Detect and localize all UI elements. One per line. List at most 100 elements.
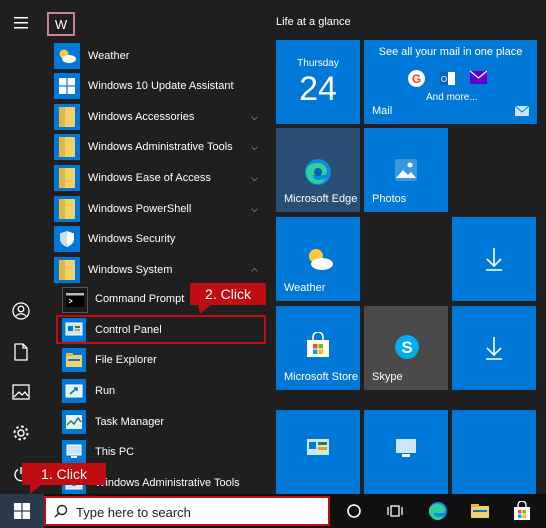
app-item-windows-ease-of-access[interactable]: Windows Ease of Access ⌵: [44, 163, 266, 193]
app-label: File Explorer: [95, 354, 157, 366]
app-label: Command Prompt: [95, 293, 185, 305]
hamburger-menu-icon[interactable]: [10, 12, 32, 34]
task-view-icon[interactable]: [383, 499, 407, 523]
mail-envelope-icon: [515, 106, 529, 116]
store-taskbar-icon[interactable]: [510, 499, 534, 523]
app-item-weather[interactable]: Weather: [44, 41, 266, 71]
app-item-file-explorer[interactable]: File Explorer: [58, 346, 266, 376]
cortana-icon[interactable]: [342, 499, 366, 523]
download-tile-2[interactable]: [452, 306, 536, 390]
this-pc-icon: [62, 440, 86, 464]
app-label: Windows System: [88, 264, 173, 276]
microsoft-store-tile[interactable]: Microsoft Store: [276, 306, 360, 390]
tile-group-title: Life at a glance: [276, 16, 351, 28]
app-item-run[interactable]: Run: [58, 377, 266, 407]
tile-label: Microsoft Store: [284, 371, 358, 383]
app-item-windows-10-update-assistant[interactable]: Windows 10 Update Assistant: [44, 71, 266, 101]
mail-more: And more...: [426, 92, 478, 103]
skype-icon: S: [395, 335, 419, 359]
control-panel-highlight: [56, 315, 266, 344]
run-icon: [62, 379, 86, 403]
windows-logo-icon: [54, 73, 80, 99]
skype-tile[interactable]: S Skype: [364, 306, 448, 390]
app-item-windows-administrative-tools[interactable]: Windows Administrative Tools ⌵: [44, 132, 266, 162]
settings-gear-icon[interactable]: [10, 422, 32, 444]
app-label: Windows PowerShell: [88, 203, 192, 215]
chevron-up-icon[interactable]: ⌵: [251, 265, 258, 276]
svg-text:G: G: [412, 72, 421, 86]
step-2-annotation: 2. Click: [190, 283, 266, 305]
app-label: Task Manager: [95, 416, 165, 428]
app-label: Windows Administrative Tools: [95, 477, 240, 489]
mail-tile-label: Mail: [372, 105, 393, 117]
app-label: Windows Administrative Tools: [88, 141, 233, 153]
svg-text:O: O: [441, 75, 447, 84]
start-button[interactable]: [0, 494, 44, 528]
weather-app-icon: [54, 43, 80, 69]
search-icon: [54, 504, 68, 518]
mail-tile[interactable]: See all your mail in one place G O And m…: [364, 40, 537, 124]
chevron-down-icon[interactable]: ⌵: [251, 173, 258, 184]
blank-tile[interactable]: [452, 410, 536, 494]
photos-tile[interactable]: Photos: [364, 128, 448, 212]
tile-label: Skype: [372, 371, 403, 383]
folder-icon: [54, 196, 80, 222]
step-1-pointer-icon: [30, 484, 42, 494]
start-menu: W Weather Windows 10 Update Assistant Wi…: [0, 0, 546, 495]
edge-taskbar-icon[interactable]: [426, 499, 450, 523]
tile-label: Microsoft Edge: [284, 193, 358, 205]
tile-label: Photos: [372, 193, 407, 205]
this-pc-tile[interactable]: [364, 410, 448, 494]
control-panel-pinned-tile[interactable]: [276, 410, 360, 494]
app-label: This PC: [95, 446, 135, 458]
google-icon: G: [408, 70, 425, 87]
mail-provider-icons: G O: [408, 70, 487, 87]
taskbar: [0, 494, 546, 528]
windows-start-icon: [14, 503, 30, 519]
app-label: Weather: [88, 50, 130, 62]
download-tile[interactable]: [452, 217, 536, 301]
chevron-down-icon[interactable]: ⌵: [251, 204, 258, 215]
shield-icon: [54, 226, 80, 252]
microsoft-edge-tile[interactable]: Microsoft Edge: [276, 128, 360, 212]
user-account-icon[interactable]: [10, 300, 32, 322]
outlook-icon: O: [440, 72, 455, 85]
step-1-annotation: 1. Click: [22, 463, 106, 485]
taskbar-search-box[interactable]: [44, 496, 330, 526]
start-left-rail: [0, 0, 44, 494]
folder-icon: [54, 165, 80, 191]
task-manager-icon: [62, 410, 86, 434]
command-prompt-icon: [62, 287, 88, 313]
chevron-down-icon[interactable]: ⌵: [251, 112, 258, 123]
folder-icon: [54, 134, 80, 160]
chevron-down-icon[interactable]: ⌵: [251, 142, 258, 153]
calendar-tile[interactable]: Thursday 24: [276, 40, 360, 124]
app-item-windows-accessories[interactable]: Windows Accessories ⌵: [44, 102, 266, 132]
mail-header: See all your mail in one place: [378, 46, 523, 58]
photos-icon: [395, 159, 417, 181]
documents-icon[interactable]: [10, 341, 32, 363]
weather-tile[interactable]: Weather: [276, 217, 360, 301]
app-item-windows-powershell[interactable]: Windows PowerShell ⌵: [44, 194, 266, 224]
letter-group-header[interactable]: W: [47, 12, 75, 36]
file-explorer-taskbar-icon[interactable]: [468, 499, 492, 523]
search-input[interactable]: [74, 501, 328, 523]
yahoo-mail-icon: [470, 70, 487, 84]
download-arrow-icon: [486, 337, 502, 360]
app-item-windows-system[interactable]: Windows System ⌵: [44, 255, 266, 285]
app-label: Windows 10 Update Assistant: [88, 80, 234, 92]
pictures-icon[interactable]: [10, 381, 32, 403]
app-item-windows-security[interactable]: Windows Security: [44, 224, 266, 254]
calendar-day: Thursday: [297, 58, 339, 69]
folder-icon: [54, 257, 80, 283]
this-pc-tile-icon: [396, 439, 416, 457]
app-label: Windows Security: [88, 233, 176, 245]
tile-label: Weather: [284, 282, 326, 294]
app-item-task-manager[interactable]: Task Manager: [58, 408, 266, 438]
download-arrow-icon: [486, 248, 502, 271]
app-label: Run: [95, 385, 116, 397]
edge-icon: [305, 159, 331, 185]
calendar-date: 24: [299, 70, 337, 108]
store-bag-icon: [307, 332, 329, 357]
step-2-pointer-icon: [198, 304, 212, 314]
